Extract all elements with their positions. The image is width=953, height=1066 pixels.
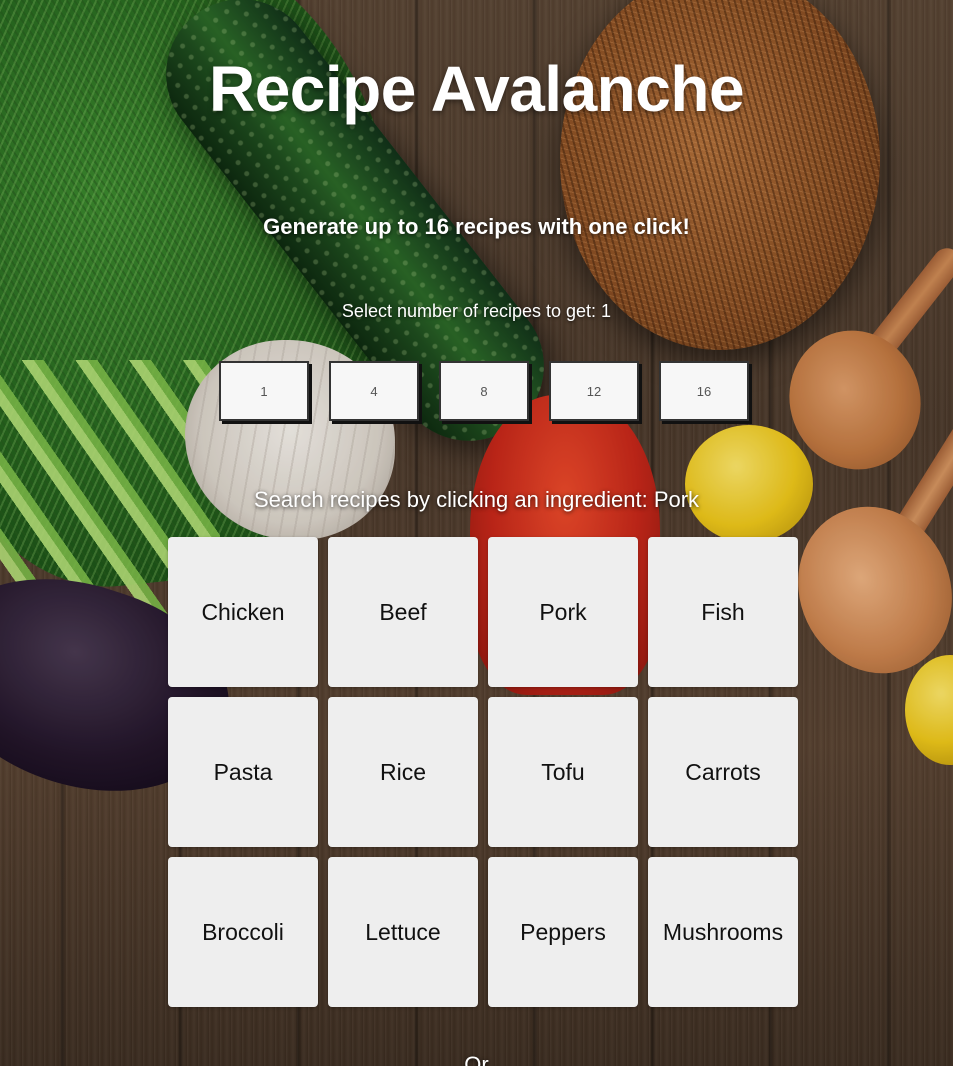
ingredient-tile-pork[interactable]: Pork	[488, 537, 638, 687]
ingredient-tile-mushrooms[interactable]: Mushrooms	[648, 857, 798, 1007]
ingredient-tile-beef[interactable]: Beef	[328, 537, 478, 687]
recipe-count-label: Select number of recipes to get: 1	[341, 301, 612, 321]
ingredient-tile-tofu[interactable]: Tofu	[488, 697, 638, 847]
main-content: Recipe Avalanche Generate up to 16 recip…	[0, 0, 953, 1066]
ingredient-tile-rice[interactable]: Rice	[328, 697, 478, 847]
recipe-count-selector: 1 4 8 12 16	[219, 361, 749, 421]
or-divider-text: Or	[464, 1052, 489, 1066]
count-button-12[interactable]: 12	[549, 361, 639, 421]
ingredient-tile-peppers[interactable]: Peppers	[488, 857, 638, 1007]
count-button-16[interactable]: 16	[659, 361, 749, 421]
page-title: Recipe Avalanche	[208, 53, 745, 125]
ingredient-tile-pasta[interactable]: Pasta	[168, 697, 318, 847]
ingredient-tile-broccoli[interactable]: Broccoli	[168, 857, 318, 1007]
count-button-4[interactable]: 4	[329, 361, 419, 421]
ingredient-tile-chicken[interactable]: Chicken	[168, 537, 318, 687]
ingredient-search-label: Search recipes by clicking an ingredient…	[253, 487, 700, 512]
ingredient-grid: Chicken Beef Pork Fish Pasta Rice Tofu C…	[168, 537, 798, 1007]
page-subtitle: Generate up to 16 recipes with one click…	[263, 214, 690, 239]
count-button-1[interactable]: 1	[219, 361, 309, 421]
ingredient-tile-carrots[interactable]: Carrots	[648, 697, 798, 847]
ingredient-tile-lettuce[interactable]: Lettuce	[328, 857, 478, 1007]
count-button-8[interactable]: 8	[439, 361, 529, 421]
ingredient-tile-fish[interactable]: Fish	[648, 537, 798, 687]
